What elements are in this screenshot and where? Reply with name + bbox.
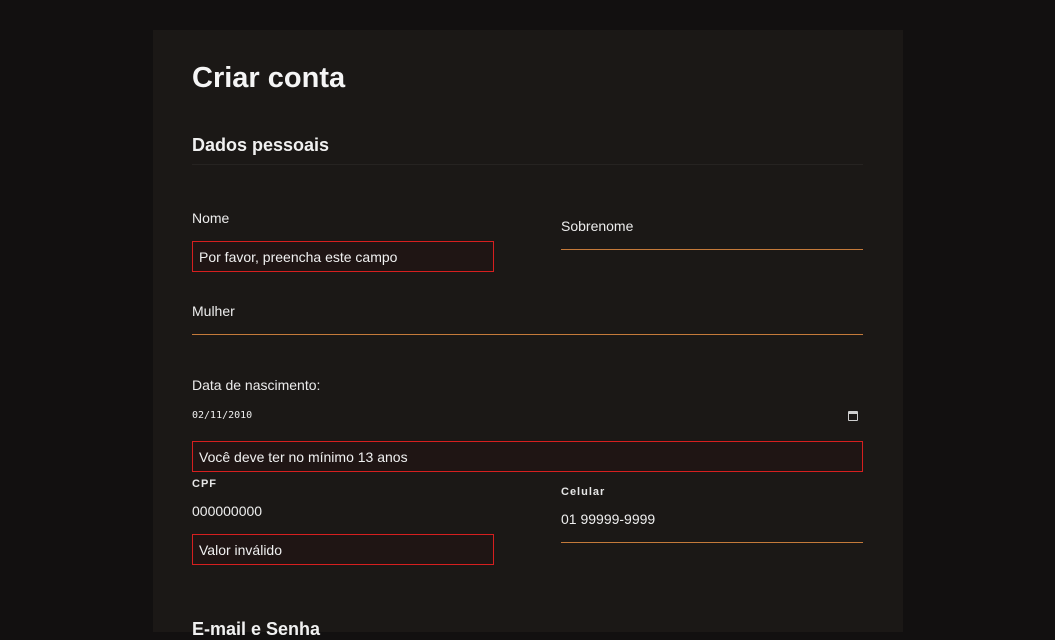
section-title-credentials: E-mail e Senha — [192, 619, 321, 639]
gender-select[interactable]: Mulher — [192, 303, 235, 319]
phone-input-underline — [561, 542, 863, 543]
birthdate-label: Data de nascimento: — [192, 377, 321, 393]
first-name-label: Nome — [192, 210, 230, 226]
last-name-input[interactable] — [561, 249, 863, 250]
phone-input[interactable]: 01 99999-9999 — [561, 511, 655, 527]
cpf-error: Valor inválido — [192, 534, 494, 565]
cpf-label: CPF — [192, 478, 217, 490]
section-title-personal: Dados pessoais — [192, 135, 330, 155]
birthdate-error: Você deve ter no mínimo 13 anos — [192, 441, 863, 472]
first-name-error: Por favor, preencha este campo — [192, 241, 494, 272]
page-title: Criar conta — [192, 62, 346, 94]
birthdate-input[interactable]: 02/11/2010 — [192, 410, 252, 422]
calendar-icon[interactable] — [848, 411, 858, 421]
signup-card: Criar conta Dados pessoais Nome Por favo… — [153, 30, 903, 639]
section-divider — [192, 164, 863, 165]
cpf-input[interactable]: 000000000 — [192, 503, 262, 519]
phone-label: Celular — [561, 486, 606, 498]
gender-select-underline — [192, 334, 863, 335]
last-name-label: Sobrenome — [561, 218, 634, 234]
